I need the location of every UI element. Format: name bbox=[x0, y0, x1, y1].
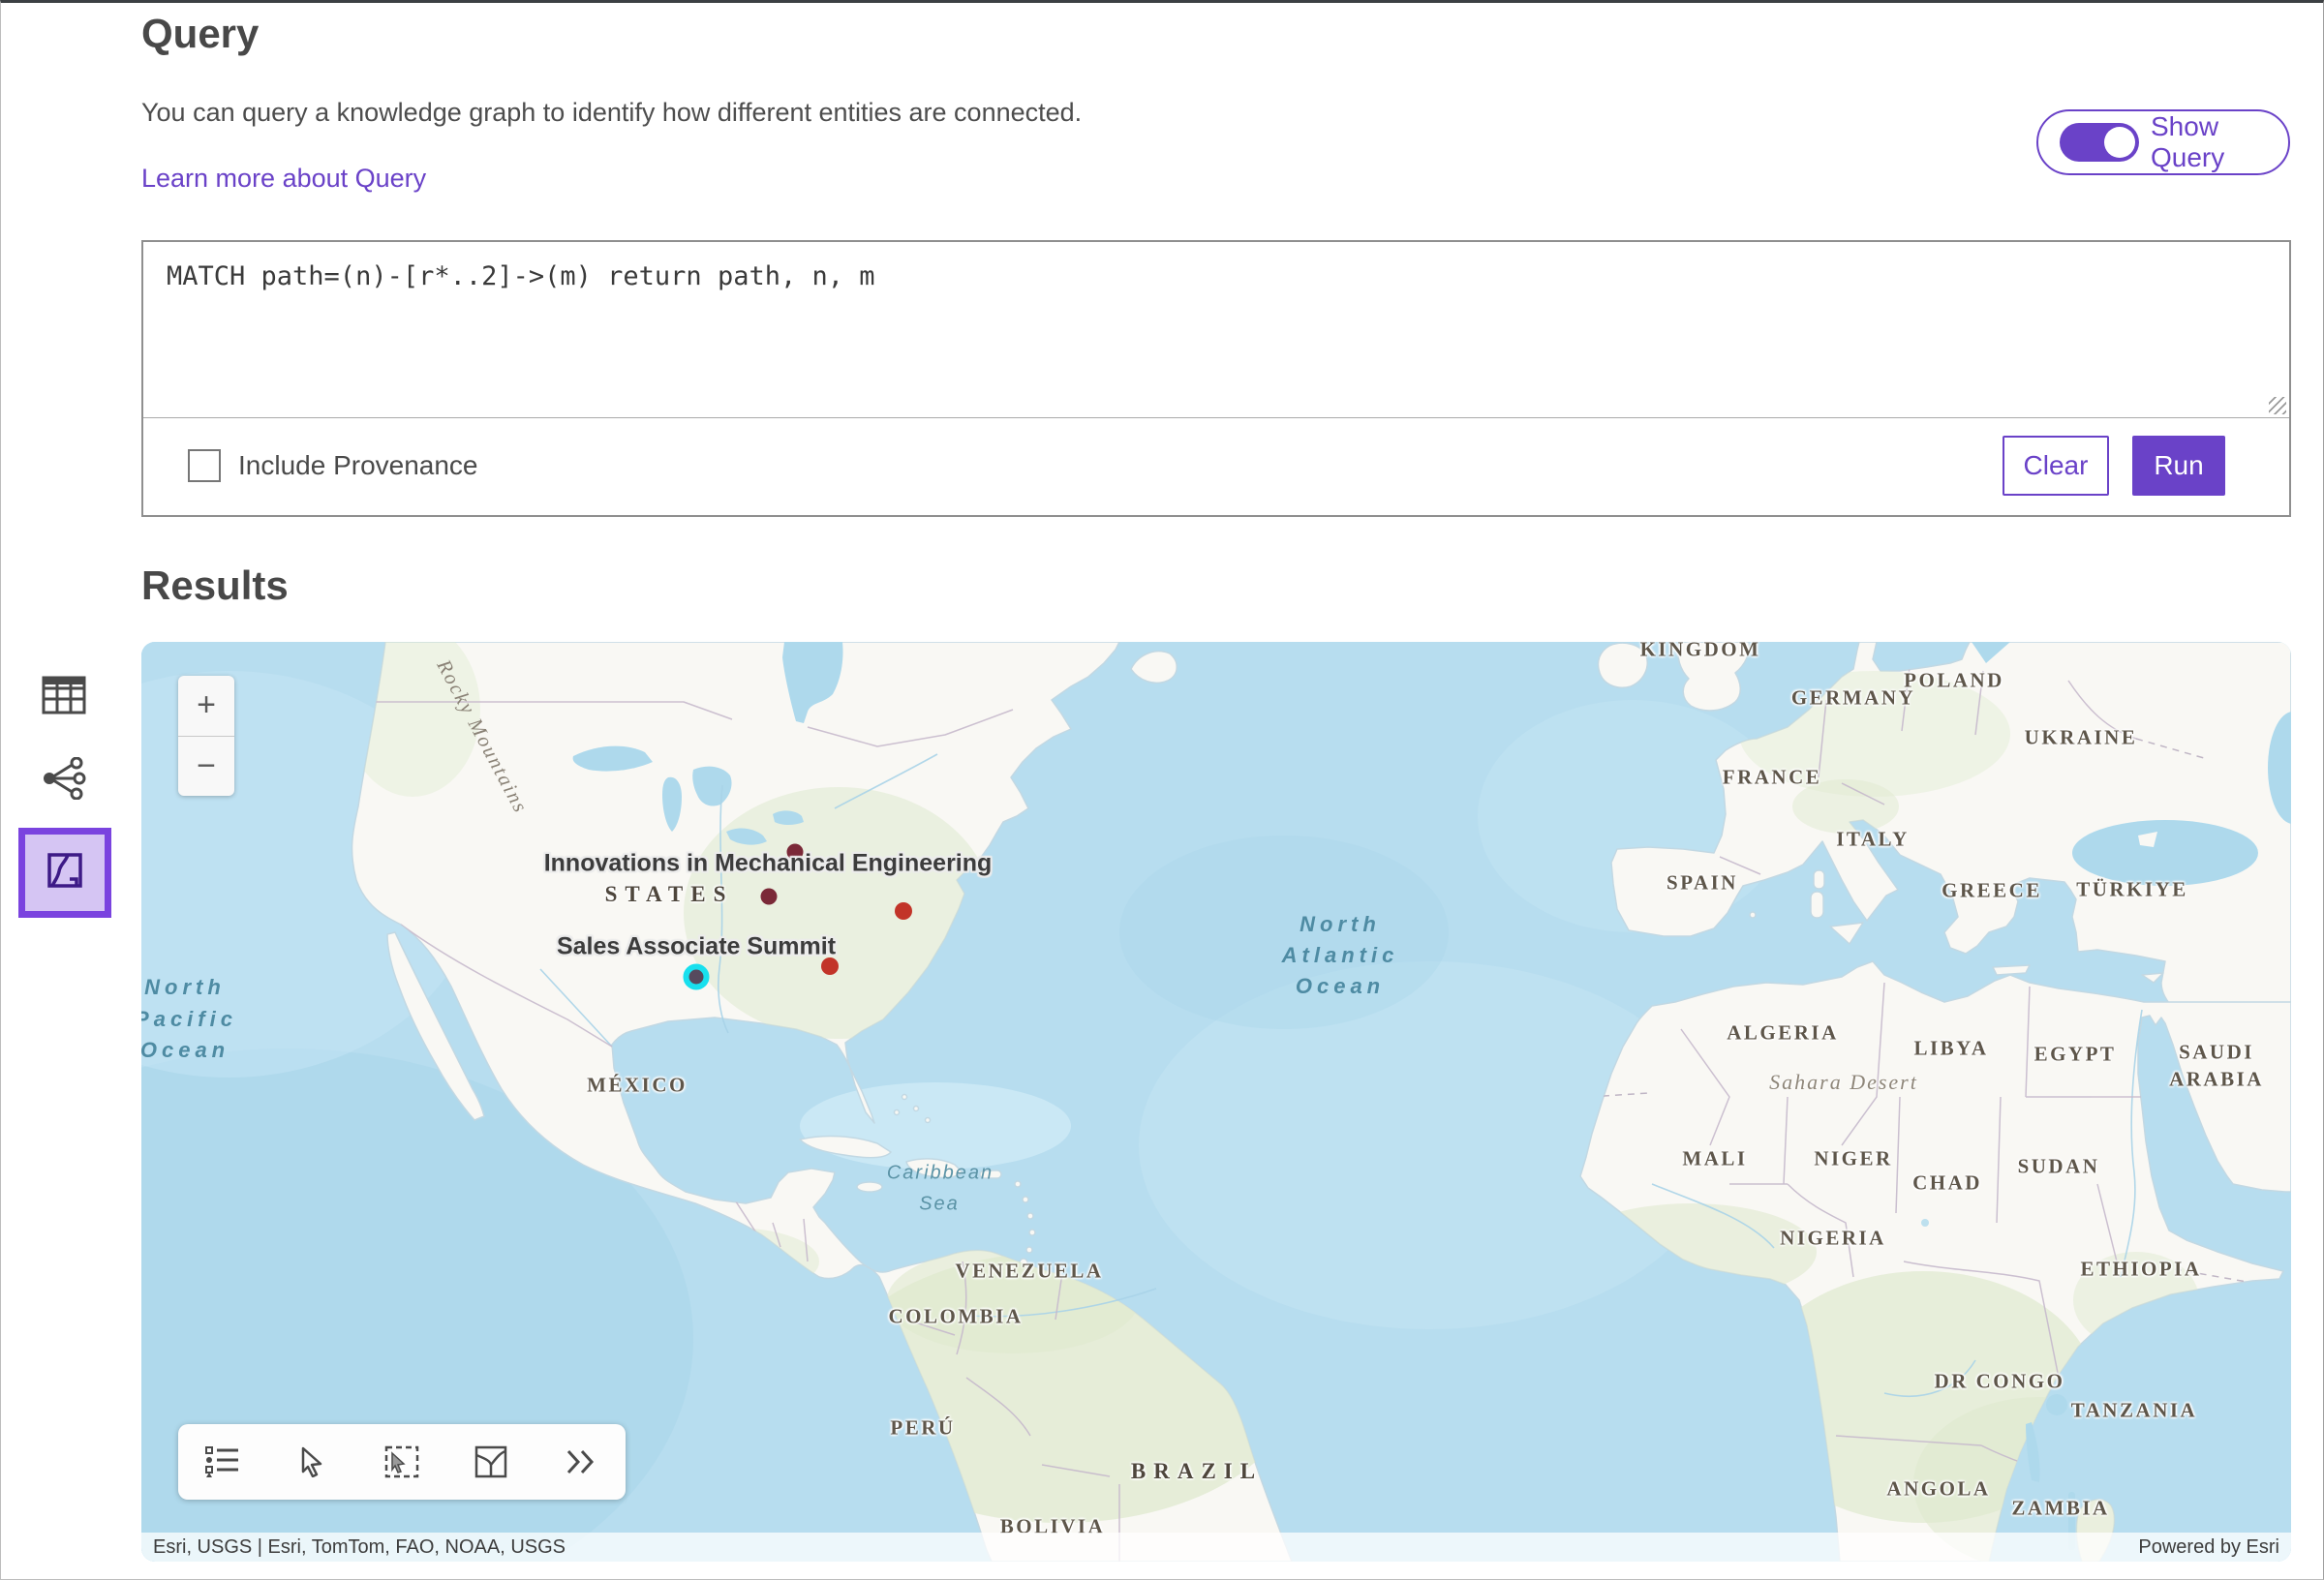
map-icon bbox=[46, 852, 83, 894]
query-page: Query You can query a knowledge graph to… bbox=[0, 0, 2324, 1580]
resize-grip-icon[interactable] bbox=[2269, 397, 2286, 414]
show-query-label: Show Query bbox=[2151, 111, 2288, 173]
learn-more-link[interactable]: Learn more about Query bbox=[141, 164, 426, 194]
graph-node-point[interactable] bbox=[895, 902, 912, 920]
attribution-bar: Esri, USGS | Esri, TomTom, FAO, NOAA, US… bbox=[141, 1533, 2291, 1562]
graph-node-point[interactable] bbox=[787, 844, 804, 861]
results-title: Results bbox=[141, 562, 289, 609]
view-link-chart-button[interactable] bbox=[33, 749, 95, 811]
zoom-in-button[interactable]: + bbox=[178, 676, 234, 736]
results-map[interactable]: KINGDOMPOLANDGERMANYUKRAINEFRANCEITALYSP… bbox=[141, 642, 2291, 1562]
query-input[interactable]: MATCH path=(n)-[r*..2]->(m) return path,… bbox=[143, 242, 2289, 418]
select-polygon-icon[interactable] bbox=[460, 1431, 522, 1493]
query-editor-panel: MATCH path=(n)-[r*..2]->(m) return path,… bbox=[141, 240, 2291, 517]
graph-node-point[interactable] bbox=[684, 964, 710, 990]
toggle-switch-icon[interactable] bbox=[2060, 123, 2139, 162]
view-map-button[interactable] bbox=[18, 828, 111, 918]
attribution-powered-by: Powered by Esri bbox=[2138, 1536, 2279, 1559]
select-features-icon[interactable] bbox=[371, 1431, 433, 1493]
include-provenance-checkbox[interactable] bbox=[188, 449, 221, 482]
query-footer: Include Provenance Clear Run bbox=[143, 416, 2289, 515]
table-icon bbox=[42, 676, 86, 719]
include-provenance-label: Include Provenance bbox=[238, 450, 478, 481]
legend-icon[interactable] bbox=[192, 1431, 254, 1493]
view-table-button[interactable] bbox=[33, 666, 95, 728]
query-description: You can query a knowledge graph to ident… bbox=[141, 98, 1082, 128]
run-button[interactable]: Run bbox=[2132, 436, 2225, 496]
map-toolbar bbox=[178, 1424, 626, 1500]
show-query-toggle[interactable]: Show Query bbox=[2036, 109, 2290, 175]
page-title: Query bbox=[141, 11, 259, 57]
graph-node-point[interactable] bbox=[821, 957, 839, 975]
graph-node-point[interactable] bbox=[761, 889, 778, 905]
attribution-sources: Esri, USGS | Esri, TomTom, FAO, NOAA, US… bbox=[153, 1536, 566, 1559]
expand-icon[interactable] bbox=[550, 1431, 612, 1493]
clear-button[interactable]: Clear bbox=[2003, 436, 2109, 496]
zoom-out-button[interactable]: − bbox=[178, 737, 234, 797]
zoom-control: + − bbox=[178, 676, 234, 796]
link-chart-icon bbox=[42, 757, 86, 805]
cursor-icon[interactable] bbox=[282, 1431, 344, 1493]
